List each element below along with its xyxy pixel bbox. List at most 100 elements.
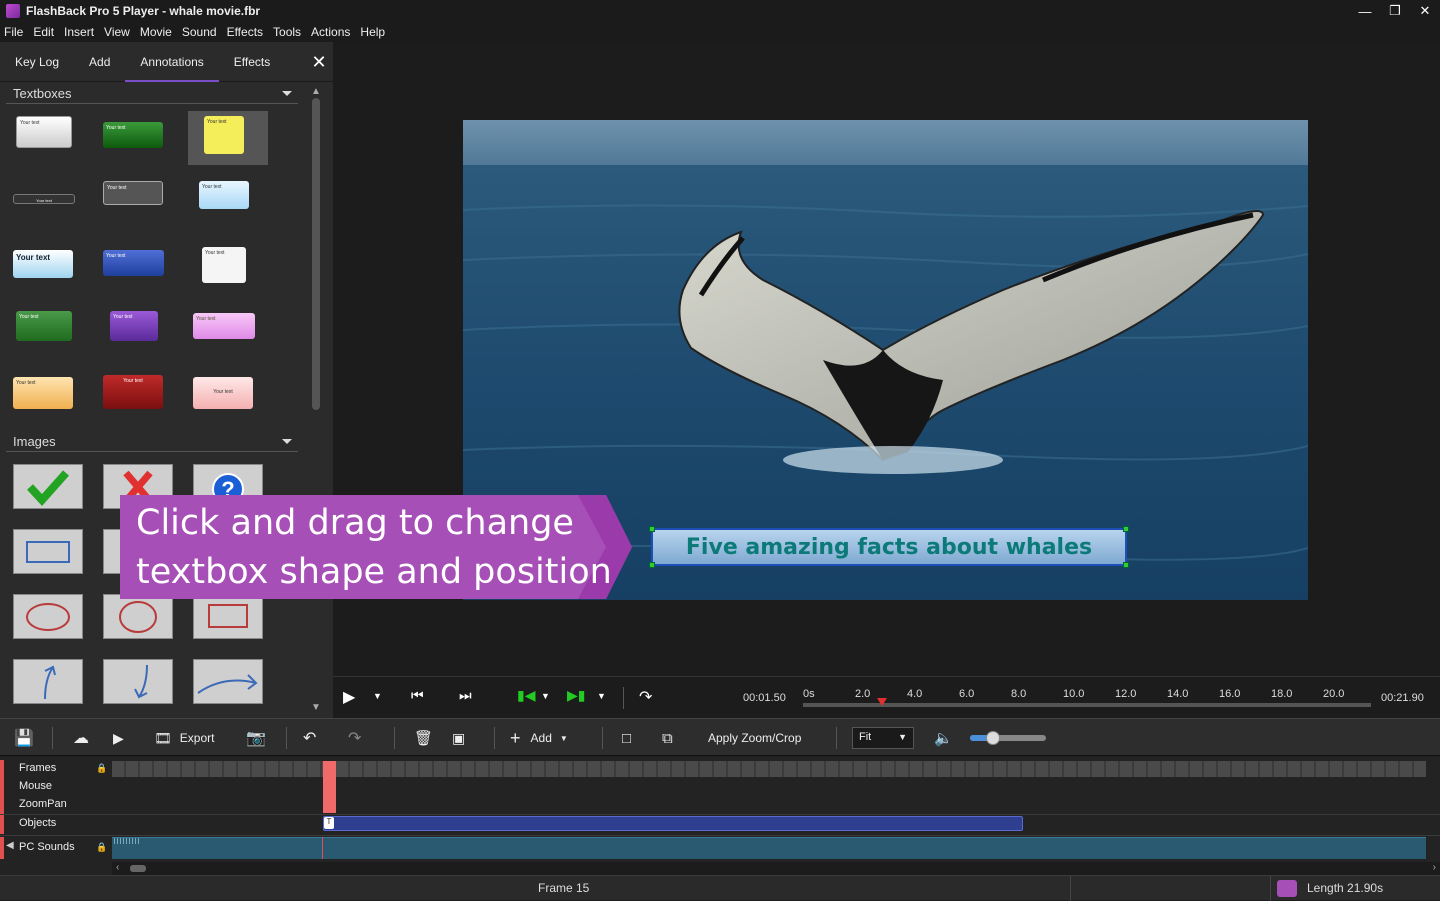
scroll-down-icon[interactable]: ▼ [310,702,322,713]
crop-icon[interactable]: □ [622,727,631,749]
textbox-style-sticky-note[interactable]: Your text [204,116,244,154]
volume-icon[interactable]: 🔈 [934,727,953,749]
total-time: 00:21.90 [1381,692,1424,704]
textbox-style-white-square[interactable]: Your text [202,247,246,283]
images-header[interactable]: Images [6,432,298,452]
menu-actions[interactable]: Actions [311,25,350,39]
lock-icon[interactable]: 🔒 [96,763,107,774]
resize-handle-br[interactable] [1123,562,1129,568]
track-group-marker [0,815,4,834]
zoom-window-icon[interactable]: ⧉ [662,727,673,749]
scroll-right-icon[interactable]: › [1433,862,1436,873]
textbox-style-dark-bar[interactable]: Your text [13,194,75,204]
timeline-ruler[interactable]: 0s 2.0 4.0 6.0 8.0 10.0 12.0 14.0 16.0 18.0 20.0 [803,685,1371,709]
close-icon[interactable]: ✕ [1410,0,1440,22]
track-label-pc-sounds[interactable]: PC Sounds [6,838,110,856]
track-label-zoompan[interactable]: ZoomPan [6,795,110,813]
play-options-chevron-icon[interactable]: ▼ [373,691,382,701]
lock-icon[interactable]: 🔒 [96,842,107,853]
menu-file[interactable]: File [4,25,23,39]
textbox-style-pink-callout[interactable]: Your text [193,313,255,339]
save-icon[interactable]: 💾 [14,727,34,749]
menu-insert[interactable]: Insert [64,25,94,39]
image-red-ellipse[interactable] [13,594,83,639]
close-panel-icon[interactable]: ✕ [309,52,329,73]
volume-knob[interactable] [985,731,1000,745]
panel-scrollbar[interactable]: ▲ ▼ [309,86,323,716]
scrollbar-thumb[interactable] [312,98,320,410]
frames-strip[interactable] [112,761,1426,777]
objects-clip[interactable] [323,816,1023,831]
textbox-style-white-callout[interactable]: Your text [16,116,72,148]
mark-out-icon[interactable]: ▶▮ [567,687,585,704]
export-label: Export [179,731,215,745]
textbox-style-red[interactable]: Your text [103,375,163,409]
textbox-style-purple-callout[interactable]: Your text [110,311,158,341]
scroll-left-icon[interactable]: ‹ [116,862,119,873]
tab-effects[interactable]: Effects [219,42,285,82]
menu-tools[interactable]: Tools [273,25,301,39]
resize-handle-bl[interactable] [649,562,655,568]
minimize-icon[interactable]: — [1350,0,1380,22]
track-label-mouse[interactable]: Mouse [6,777,110,795]
image-arrow-down[interactable] [103,659,173,704]
camera-icon[interactable]: 📷 [246,727,266,749]
track-label-objects[interactable]: Objects [6,814,110,832]
undo-icon[interactable]: ↶ [303,727,316,749]
timeline-scrollbar[interactable]: ‹ › [112,862,1440,875]
track-label-frames[interactable]: Frames [6,759,110,777]
textbox-style-gray-callout[interactable]: Your text [103,181,163,205]
export-button[interactable]: 🎞 Export [154,727,214,749]
tab-annotations[interactable]: Annotations [125,42,219,82]
restore-icon[interactable]: ❐ [1380,0,1410,22]
delete-icon[interactable]: 🗑 [414,727,433,749]
loop-icon[interactable]: ↷ [639,687,652,707]
tab-add[interactable]: Add [74,42,125,82]
textbox-style-lightblue[interactable]: Your text [13,250,73,278]
textbox-style-orange[interactable]: Your text [13,377,73,409]
zoom-fit-select[interactable]: Fit ▼ [852,727,914,749]
scrollbar-thumb[interactable] [130,865,146,872]
textbox-style-green[interactable]: Your text [103,122,163,148]
textbox-style-green-callout[interactable]: Your text [16,311,72,341]
image-arrow-right[interactable] [193,659,263,704]
mark-out-chevron-icon[interactable]: ▼ [597,691,606,701]
add-button[interactable]: + Add ▼ [510,727,568,749]
image-red-circle[interactable] [103,594,173,639]
scroll-up-icon[interactable]: ▲ [310,86,322,97]
upload-cloud-icon[interactable]: ☁ [73,727,89,749]
menu-effects[interactable]: Effects [227,25,263,39]
textbox-style-blue[interactable]: Your text [103,250,164,276]
youtube-icon[interactable]: ▶ [113,727,124,749]
image-red-rectangle[interactable] [193,594,263,639]
menu-sound[interactable]: Sound [182,25,217,39]
textbox-object-icon[interactable]: T [324,817,334,829]
annotation-textbox[interactable]: Five amazing facts about whales [649,526,1129,568]
ellipse-icon [26,602,70,631]
textbox-style-pink[interactable]: Your text [193,377,253,409]
mark-in-icon[interactable]: ▮◀ [517,687,535,704]
textboxes-header[interactable]: Textboxes [6,84,298,104]
skip-to-end-icon[interactable]: ⏭ [459,687,472,704]
playhead-marker[interactable] [877,697,887,707]
volume-slider[interactable] [970,731,1046,745]
image-arrow-up[interactable] [13,659,83,704]
skip-to-start-icon[interactable]: ⏮ [411,687,424,704]
split-icon[interactable]: ▣ [452,727,465,749]
redo-icon[interactable]: ↷ [348,727,361,749]
apply-zoom-crop-button[interactable]: Apply Zoom/Crop [708,727,801,749]
menu-movie[interactable]: Movie [140,25,172,39]
menu-help[interactable]: Help [360,25,385,39]
pc-sounds-clip[interactable] [112,837,1426,859]
image-checkmark[interactable] [13,464,83,509]
resize-handle-tr[interactable] [1123,526,1129,532]
menu-edit[interactable]: Edit [33,25,54,39]
play-icon[interactable]: ▶ [343,687,355,707]
image-blue-rectangle[interactable] [13,529,83,574]
textbox-style-lightblue-callout[interactable]: Your text [199,181,249,209]
tab-key-log[interactable]: Key Log [0,42,74,82]
menu-view[interactable]: View [104,25,130,39]
mark-in-chevron-icon[interactable]: ▼ [541,691,550,701]
ruler-label: 0s [803,688,815,700]
resize-handle-tl[interactable] [649,526,655,532]
